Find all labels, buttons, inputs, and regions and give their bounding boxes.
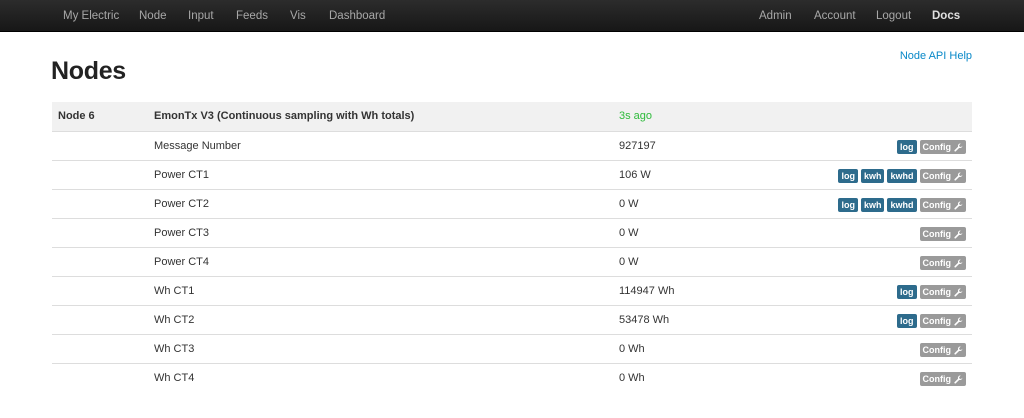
kwh-badge[interactable]: kwh <box>860 198 885 212</box>
input-actions: log Config <box>897 140 966 154</box>
node-updated-time: 3s ago <box>619 110 653 122</box>
input-actions: log Config <box>897 314 966 328</box>
config-label: Config <box>922 258 952 268</box>
nav-dashboard[interactable]: Dashboard <box>329 0 385 32</box>
config-button[interactable]: Config <box>919 285 966 299</box>
kwhd-badge[interactable]: kwhd <box>887 169 917 183</box>
page-title: Nodes <box>51 57 126 85</box>
input-row: Wh CT3 0 Wh Config <box>52 334 972 363</box>
nav-vis[interactable]: Vis <box>290 0 306 32</box>
config-button[interactable]: Config <box>919 343 966 357</box>
config-label: Config <box>922 229 952 239</box>
wrench-icon <box>954 172 963 181</box>
input-name: Power CT1 <box>154 169 210 181</box>
input-value: 53478 Wh <box>619 314 670 326</box>
input-row: Wh CT4 0 Wh Config <box>52 363 972 392</box>
config-button[interactable]: Config <box>919 198 966 212</box>
input-row: Wh CT1 114947 Wh log Config <box>52 276 972 305</box>
log-badge[interactable]: log <box>838 169 858 183</box>
wrench-icon <box>954 259 963 268</box>
config-label: Config <box>922 171 952 181</box>
node-api-help-link[interactable]: Node API Help <box>900 50 972 62</box>
config-label: Config <box>922 287 952 297</box>
kwh-badge[interactable]: kwh <box>860 169 885 183</box>
wrench-icon <box>954 288 963 297</box>
nav-account[interactable]: Account <box>814 0 856 32</box>
nav-admin[interactable]: Admin <box>759 0 792 32</box>
input-actions: Config <box>919 343 966 357</box>
input-name: Wh CT4 <box>154 372 195 384</box>
input-actions: log Config <box>897 285 966 299</box>
input-value: 0 W <box>619 227 639 239</box>
log-badge[interactable]: log <box>838 198 858 212</box>
config-button[interactable]: Config <box>919 227 966 241</box>
input-actions: Config <box>919 227 966 241</box>
input-name: Power CT3 <box>154 227 210 239</box>
input-name: Wh CT2 <box>154 314 195 326</box>
input-row: Power CT2 0 W log kwh kwhd Config <box>52 189 972 218</box>
log-badge[interactable]: log <box>897 140 917 154</box>
input-actions: log kwh kwhd Config <box>838 198 966 212</box>
config-button[interactable]: Config <box>919 140 966 154</box>
wrench-icon <box>954 375 963 384</box>
wrench-icon <box>954 143 963 152</box>
input-value: 0 Wh <box>619 372 645 384</box>
wrench-icon <box>954 317 963 326</box>
top-navbar: My Electric Node Input Feeds Vis Dashboa… <box>0 0 1024 32</box>
nav-input[interactable]: Input <box>188 0 214 32</box>
input-row: Wh CT2 53478 Wh log Config <box>52 305 972 334</box>
log-badge[interactable]: log <box>897 285 917 299</box>
input-value: 0 W <box>619 256 639 268</box>
input-value: 106 W <box>619 169 651 181</box>
wrench-icon <box>954 346 963 355</box>
nav-node[interactable]: Node <box>139 0 167 32</box>
config-label: Config <box>922 374 952 384</box>
config-button[interactable]: Config <box>919 372 966 386</box>
input-name: Power CT4 <box>154 256 210 268</box>
wrench-icon <box>954 230 963 239</box>
config-label: Config <box>922 345 952 355</box>
nav-logout[interactable]: Logout <box>876 0 911 32</box>
config-button[interactable]: Config <box>919 256 966 270</box>
input-name: Wh CT1 <box>154 285 195 297</box>
kwhd-badge[interactable]: kwhd <box>887 198 917 212</box>
input-value: 114947 Wh <box>619 285 675 297</box>
config-label: Config <box>922 200 952 210</box>
config-button[interactable]: Config <box>919 169 966 183</box>
input-row: Power CT1 106 W log kwh kwhd Config <box>52 160 972 189</box>
nodes-table: Node 6 EmonTx V3 (Continuous sampling wi… <box>52 102 972 392</box>
node-id: Node 6 <box>58 110 95 122</box>
log-badge[interactable]: log <box>897 314 917 328</box>
input-value: 0 Wh <box>619 343 645 355</box>
input-row: Message Number 927197 log Config <box>52 131 972 160</box>
config-label: Config <box>922 142 952 152</box>
config-label: Config <box>922 316 952 326</box>
input-actions: Config <box>919 256 966 270</box>
input-value: 927197 <box>619 140 656 152</box>
config-button[interactable]: Config <box>919 314 966 328</box>
input-actions: Config <box>919 372 966 386</box>
input-name: Message Number <box>154 140 241 152</box>
nav-feeds[interactable]: Feeds <box>236 0 268 32</box>
node-header-row[interactable]: Node 6 EmonTx V3 (Continuous sampling wi… <box>52 102 972 131</box>
input-value: 0 W <box>619 198 639 210</box>
input-row: Power CT4 0 W Config <box>52 247 972 276</box>
input-row: Power CT3 0 W Config <box>52 218 972 247</box>
node-name: EmonTx V3 (Continuous sampling with Wh t… <box>154 110 415 122</box>
input-actions: log kwh kwhd Config <box>838 169 966 183</box>
nav-my-electric[interactable]: My Electric <box>63 0 119 32</box>
input-name: Wh CT3 <box>154 343 195 355</box>
nav-docs[interactable]: Docs <box>932 0 960 32</box>
input-name: Power CT2 <box>154 198 210 210</box>
wrench-icon <box>954 201 963 210</box>
